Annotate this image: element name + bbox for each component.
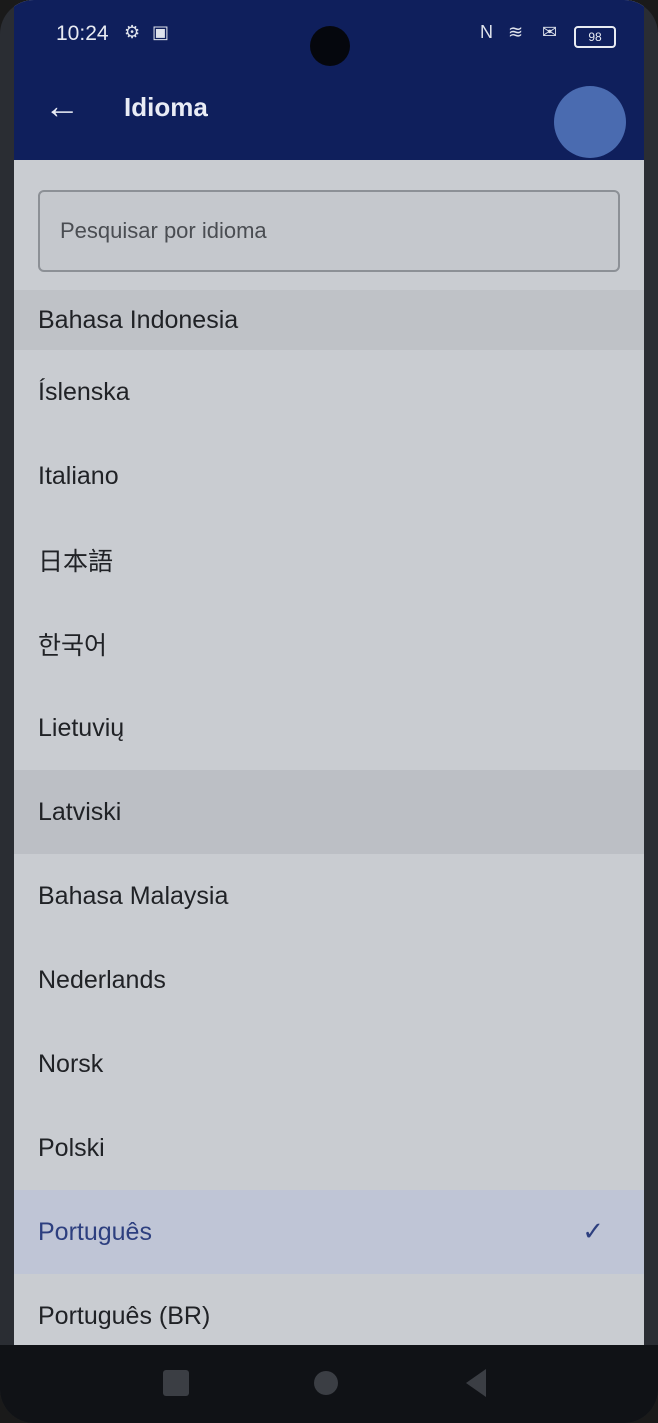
language-item-portugues-br[interactable]: Português (BR) xyxy=(14,1274,644,1345)
language-label: Italiano xyxy=(38,461,119,490)
wifi-icon: ≋ xyxy=(508,22,524,42)
back-arrow-icon[interactable]: ← xyxy=(40,84,84,128)
language-label: Português xyxy=(38,1217,152,1246)
status-bar: 10:24 ⚙ ▣ N ≋ ✉ 98 xyxy=(14,12,644,66)
checkmark-icon: ✓ xyxy=(582,1216,604,1246)
language-item-bahasa-indonesia[interactable]: Bahasa Indonesia xyxy=(14,290,644,350)
search-input[interactable] xyxy=(40,192,618,270)
language-label: Português (BR) xyxy=(38,1301,211,1330)
avatar-button[interactable] xyxy=(554,86,626,158)
language-item-lietuviu[interactable]: Lietuvių xyxy=(14,686,644,770)
back-triangle-icon xyxy=(466,1369,486,1397)
home-button[interactable] xyxy=(306,1363,346,1403)
language-label: Bahasa Malaysia xyxy=(38,881,229,910)
notification-status-icon: ▣ xyxy=(152,22,170,42)
language-item-islenska[interactable]: Íslenska xyxy=(14,350,644,434)
front-camera xyxy=(310,26,350,66)
language-list: Bahasa Indonesia Íslenska Italiano 日本語 한… xyxy=(14,290,644,1345)
language-label: Bahasa Indonesia xyxy=(38,305,239,334)
screen: 10:24 ⚙ ▣ N ≋ ✉ 98 ← Idioma Bahasa Indon… xyxy=(14,0,644,1345)
language-item-portugues[interactable]: Português ✓ xyxy=(14,1190,644,1274)
language-label: Norsk xyxy=(38,1049,104,1078)
language-label: Lietuvių xyxy=(38,713,125,742)
language-item-italiano[interactable]: Italiano xyxy=(14,434,644,518)
language-item-norsk[interactable]: Norsk xyxy=(14,1022,644,1106)
language-item-nederlands[interactable]: Nederlands xyxy=(14,938,644,1022)
recents-square-icon xyxy=(163,1370,189,1396)
language-label: 한국어 xyxy=(38,632,108,660)
system-back-button[interactable] xyxy=(456,1363,496,1403)
settings-status-icon: ⚙ xyxy=(124,22,141,42)
language-item-korean[interactable]: 한국어 xyxy=(14,602,644,686)
page-title: Idioma xyxy=(124,92,208,122)
home-circle-icon xyxy=(314,1371,338,1395)
battery-indicator: 98 xyxy=(574,26,616,48)
language-label: 日本語 xyxy=(38,548,114,576)
language-label: Nederlands xyxy=(38,965,166,994)
search-field[interactable] xyxy=(38,190,620,272)
sim-icon: ✉ xyxy=(542,22,558,42)
recents-button[interactable] xyxy=(156,1363,196,1403)
language-item-latviski[interactable]: Latviski xyxy=(14,770,644,854)
search-area xyxy=(14,160,644,310)
language-label: Polski xyxy=(38,1133,105,1162)
language-label: Latviski xyxy=(38,797,122,826)
language-label: Íslenska xyxy=(38,377,130,406)
phone-frame: 10:24 ⚙ ▣ N ≋ ✉ 98 ← Idioma Bahasa Indon… xyxy=(0,0,658,1423)
nfc-icon: N xyxy=(480,22,493,42)
language-item-japanese[interactable]: 日本語 xyxy=(14,518,644,602)
language-item-polski[interactable]: Polski xyxy=(14,1106,644,1190)
app-bar: 10:24 ⚙ ▣ N ≋ ✉ 98 ← Idioma xyxy=(14,0,644,160)
system-nav-bar xyxy=(0,1345,658,1423)
status-time: 10:24 xyxy=(56,22,109,45)
language-item-bahasa-malaysia[interactable]: Bahasa Malaysia xyxy=(14,854,644,938)
